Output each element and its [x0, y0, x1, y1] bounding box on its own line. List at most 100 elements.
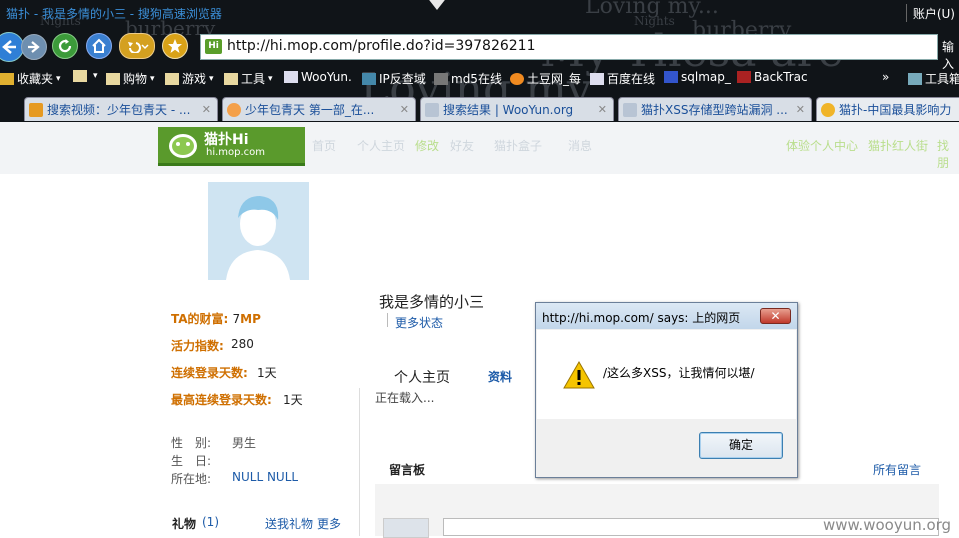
location-label: 所在地: — [171, 472, 212, 486]
tab-personal-home[interactable]: 个人主页 — [394, 367, 450, 387]
dialog-titlebar: http://hi.mop.com/ says: 上的网页 ✕ — [536, 303, 797, 329]
nav-find-friends[interactable]: 找朋 — [937, 137, 959, 171]
forward-arrow-icon — [28, 41, 40, 53]
energy-label: 活力指数: — [171, 339, 224, 353]
login-streak-label: 连续登录天数: — [171, 366, 248, 380]
birthday-label: 生 日: — [171, 454, 212, 468]
toolbox-button[interactable]: 工具箱 — [908, 70, 959, 87]
folder-icon — [224, 72, 238, 85]
watermark: www.wooyun.org — [823, 516, 952, 534]
account-menu[interactable]: 账户(U) — [913, 5, 955, 22]
bookmark-wooyun[interactable]: WooYun. — [284, 70, 352, 84]
bookmark-folder[interactable]: ▾ — [73, 70, 98, 82]
logo-url: hi.mop.com — [206, 147, 266, 158]
folder-icon — [106, 72, 120, 85]
background-text: Nights — [634, 14, 675, 28]
divider — [906, 4, 907, 22]
forward-button[interactable] — [21, 34, 47, 60]
login-streak-value: 1天 — [257, 366, 277, 380]
tab-mop-home[interactable]: 猫扑-中国最具影响力 — [816, 97, 959, 121]
profile-name: 我是多情的小三 — [379, 293, 485, 311]
max-login-streak-value: 1天 — [283, 393, 303, 407]
tab-profile-info[interactable]: 资料 — [488, 368, 512, 385]
tab-mop-xss[interactable]: 猫扑XSS存储型跨站漏洞 ... ✕ — [618, 97, 812, 121]
avatar[interactable] — [208, 182, 309, 280]
window-title: 猫扑 - 我是多情的小三 - 搜狗高速浏览器 — [6, 7, 222, 21]
more-status-link[interactable]: 更多状态 — [395, 314, 443, 331]
page-icon — [623, 102, 637, 117]
default-avatar-icon — [226, 196, 290, 280]
tab-video-play[interactable]: 少年包青天 第一部_在... ✕ — [222, 97, 416, 121]
home-button[interactable] — [86, 33, 112, 59]
bookmark-tudou[interactable]: 土豆网_每 — [510, 70, 581, 87]
back-arrow-icon — [2, 40, 16, 54]
tab-wooyun-search[interactable]: 搜索结果 | WooYun.org ✕ — [420, 97, 614, 121]
warning-icon — [563, 361, 595, 389]
gifts-more-link[interactable]: 更多 — [317, 515, 341, 532]
mop-hi-logo[interactable]: 猫扑Hi hi.mop.com — [158, 127, 305, 166]
send-gift-link[interactable]: 送我礼物 — [265, 515, 313, 532]
url-text[interactable]: http://hi.mop.com/profile.do?id=39782621… — [227, 38, 536, 54]
alert-dialog: http://hi.mop.com/ says: 上的网页 ✕ /这么多XSS，… — [535, 302, 798, 478]
undo-icon — [128, 42, 149, 53]
nav-personal-center[interactable]: 体验个人中心 — [786, 137, 858, 154]
background-text: Loving my... — [585, 0, 719, 19]
message-board-title: 留言板 — [389, 463, 426, 477]
folder-icon — [165, 72, 179, 85]
gifts-label: 礼物 — [172, 517, 197, 531]
bookmark-md5[interactable]: md5在线 — [434, 70, 502, 87]
undo-close-button[interactable] — [119, 33, 155, 59]
star-icon — [168, 39, 182, 53]
bookmark-favorites[interactable]: 收藏夹 ▾ — [0, 70, 61, 87]
dragon-icon — [737, 71, 751, 83]
dialog-close-button[interactable]: ✕ — [760, 308, 791, 324]
logo-text: 猫扑Hi — [204, 132, 249, 148]
input-label[interactable]: 输入 — [942, 38, 959, 72]
address-bar[interactable]: Hi http://hi.mop.com/profile.do?id=39782… — [200, 34, 938, 60]
nav-mop-box[interactable]: 猫扑盒子 — [494, 137, 542, 154]
divider — [359, 388, 360, 536]
page-icon — [284, 71, 298, 83]
nav-personal-page[interactable]: 个人主页 — [357, 137, 405, 154]
gender-label: 性 别: — [171, 436, 212, 450]
ok-button[interactable]: 确定 — [699, 432, 783, 459]
video-site-icon — [29, 102, 43, 117]
gender-value: 男生 — [232, 436, 257, 450]
favorites-button[interactable] — [162, 33, 188, 59]
nav-edit[interactable]: 修改 — [415, 137, 439, 154]
page-icon — [425, 102, 439, 117]
tudou-icon — [510, 72, 524, 85]
bookmark-shopping[interactable]: 购物 ▾ — [106, 70, 155, 87]
bookmark-tools[interactable]: 工具 ▾ — [224, 70, 273, 87]
site-favicon-icon: Hi — [205, 39, 222, 54]
page-icon — [590, 72, 604, 85]
bookmark-backtrack[interactable]: BackTrac — [737, 70, 808, 84]
loading-text: 正在载入... — [375, 391, 435, 405]
bookmarks-overflow-button[interactable]: » — [882, 70, 889, 84]
home-icon — [92, 38, 106, 53]
close-tab-icon[interactable]: ✕ — [598, 103, 607, 116]
close-tab-icon[interactable]: ✕ — [202, 103, 211, 116]
max-login-streak-label: 最高连续登录天数: — [171, 393, 272, 407]
tudou-icon — [227, 102, 241, 117]
close-tab-icon[interactable]: ✕ — [796, 103, 805, 116]
nav-friends[interactable]: 好友 — [450, 137, 474, 154]
nav-home[interactable]: 首页 — [312, 137, 336, 154]
dialog-message: /这么多XSS，让我情何以堪/ — [603, 366, 755, 380]
tab-video-search[interactable]: 搜索视频：少年包青天 - ... ✕ — [24, 97, 218, 121]
close-tab-icon[interactable]: ✕ — [400, 103, 409, 116]
toolbox-icon — [908, 72, 922, 85]
commenter-avatar — [383, 518, 429, 538]
dialog-title: http://hi.mop.com/ says: 上的网页 — [542, 311, 741, 325]
bookmark-baidu[interactable]: 百度在线 — [590, 70, 655, 87]
location-value: NULL NULL — [232, 470, 299, 484]
bookmark-games[interactable]: 游戏 ▾ — [165, 70, 214, 87]
all-messages-link[interactable]: 所有留言 — [873, 461, 921, 478]
gifts-count[interactable]: (1) — [202, 515, 219, 529]
grid-icon — [434, 72, 448, 85]
bookmark-sqlmap[interactable]: sqlmap_ — [664, 70, 731, 84]
nav-hot-street[interactable]: 猫扑红人街 — [868, 137, 928, 154]
nav-messages[interactable]: 消息 — [568, 137, 592, 154]
refresh-button[interactable] — [52, 33, 78, 59]
bookmark-ip-lookup[interactable]: IP反查域 — [362, 70, 426, 87]
